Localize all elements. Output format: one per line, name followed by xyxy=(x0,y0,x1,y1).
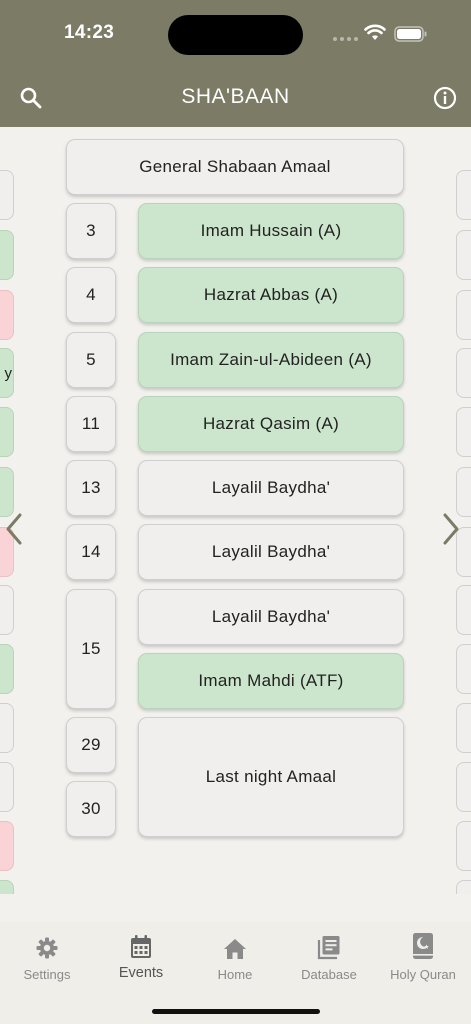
day-number: 11 xyxy=(66,396,116,452)
next-month-card[interactable] xyxy=(456,170,471,220)
next-month-card[interactable] xyxy=(456,348,471,398)
event-button[interactable]: Layalil Baydha' xyxy=(138,524,404,580)
next-month-card[interactable] xyxy=(456,880,471,894)
day-number: 29 xyxy=(66,717,116,773)
chevron-left-icon[interactable] xyxy=(2,509,28,549)
status-time: 14:23 xyxy=(64,22,115,43)
next-month-card[interactable] xyxy=(456,762,471,812)
event-button[interactable]: Imam Zain-ul-Abideen (A) xyxy=(138,332,404,388)
prev-month-card[interactable]: y xyxy=(0,348,14,398)
day-number: 13 xyxy=(66,460,116,516)
home-indicator xyxy=(152,1009,320,1014)
general-amaal-button[interactable]: General Shabaan Amaal xyxy=(66,139,404,195)
next-month-card[interactable] xyxy=(456,407,471,457)
prev-month-card-label: y xyxy=(4,364,13,382)
next-month-card[interactable] xyxy=(456,230,471,280)
nav-settings[interactable]: Settings xyxy=(0,930,94,982)
nav-events[interactable]: Events xyxy=(94,930,188,981)
gear-icon xyxy=(36,937,58,959)
app-header: 14:23 SHA'BAAN xyxy=(0,0,471,127)
prev-month-card[interactable] xyxy=(0,821,14,871)
signal-icon xyxy=(333,37,358,41)
nav-label: Settings xyxy=(23,967,71,982)
quran-icon xyxy=(413,933,433,959)
prev-month-card[interactable] xyxy=(0,880,14,894)
day-number: 30 xyxy=(66,781,116,837)
calendar-icon xyxy=(131,935,151,958)
prev-month-card[interactable] xyxy=(0,644,14,694)
event-button[interactable]: Layalil Baydha' xyxy=(138,460,404,516)
prev-month-card[interactable] xyxy=(0,762,14,812)
day-number: 5 xyxy=(66,332,116,388)
nav-database[interactable]: Database xyxy=(282,930,376,982)
day-number: 15 xyxy=(66,589,116,709)
nav-label: Events xyxy=(118,965,164,981)
day-number: 4 xyxy=(66,267,116,323)
event-button[interactable]: Imam Mahdi (ATF) xyxy=(138,653,404,709)
chevron-right-icon[interactable] xyxy=(437,509,463,549)
wifi-icon xyxy=(364,24,386,40)
prev-month-card[interactable] xyxy=(0,290,14,340)
prev-month-card[interactable] xyxy=(0,230,14,280)
prev-month-card[interactable] xyxy=(0,170,14,220)
next-month-card[interactable] xyxy=(456,585,471,635)
next-month-card[interactable] xyxy=(456,290,471,340)
prev-month-card[interactable] xyxy=(0,703,14,753)
nav-label: Home xyxy=(217,967,253,982)
event-button[interactable]: Layalil Baydha' xyxy=(138,589,404,645)
nav-holy-quran[interactable]: Holy Quran xyxy=(376,930,470,982)
event-button[interactable]: Hazrat Qasim (A) xyxy=(138,396,404,452)
day-number: 3 xyxy=(66,203,116,259)
events-page: y General Shabaan Amaal 3 Imam Hussain (… xyxy=(0,127,471,894)
dynamic-island xyxy=(168,15,303,55)
last-night-amaal-button[interactable]: Last night Amaal xyxy=(138,717,404,837)
prev-month-card[interactable] xyxy=(0,407,14,457)
nav-label: Database xyxy=(301,967,357,982)
database-icon xyxy=(317,936,340,960)
nav-home[interactable]: Home xyxy=(188,930,282,982)
battery-icon xyxy=(394,26,427,42)
next-month-card[interactable] xyxy=(456,644,471,694)
next-month-card[interactable] xyxy=(456,821,471,871)
info-icon[interactable] xyxy=(432,85,458,111)
home-icon xyxy=(224,939,246,959)
page-title: SHA'BAAN xyxy=(181,85,290,108)
event-button[interactable]: Hazrat Abbas (A) xyxy=(138,267,404,323)
prev-month-card[interactable] xyxy=(0,585,14,635)
nav-label: Holy Quran xyxy=(390,967,456,982)
next-month-card[interactable] xyxy=(456,703,471,753)
day-number: 14 xyxy=(66,524,116,580)
event-button[interactable]: Imam Hussain (A) xyxy=(138,203,404,259)
